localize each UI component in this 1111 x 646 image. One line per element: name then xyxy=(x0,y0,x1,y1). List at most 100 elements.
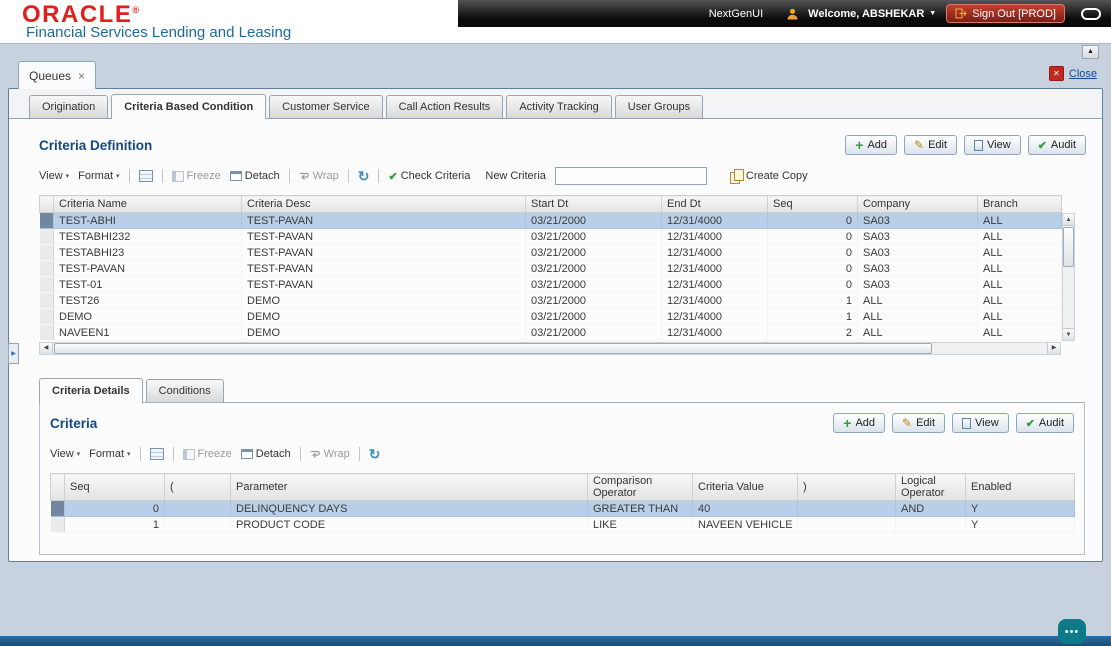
detach-button[interactable]: Detach xyxy=(240,448,291,460)
top-black-bar: NextGenUI Welcome, ABSHEKAR ▼ Sign Out [… xyxy=(458,0,1111,27)
check-criteria-button[interactable]: ✔ Check Criteria xyxy=(388,170,470,183)
edit-button[interactable]: ✎ Edit xyxy=(892,413,946,433)
create-copy-button[interactable]: Create Copy xyxy=(729,169,808,184)
view-menu[interactable]: View ▾ xyxy=(50,448,80,460)
cell-name: NAVEEN1 xyxy=(53,324,242,341)
table-row[interactable]: NAVEEN1 DEMO 03/21/2000 12/31/4000 2 ALL ALL xyxy=(39,324,1062,341)
user-menu[interactable]: Welcome, ABSHEKAR ▼ xyxy=(808,8,936,20)
oval-icon[interactable] xyxy=(1081,7,1101,20)
col-close-paren[interactable]: ) xyxy=(797,473,896,501)
cell-desc: DEMO xyxy=(241,292,526,309)
col-criteria-name[interactable]: Criteria Name xyxy=(53,195,242,213)
cell-company: ALL xyxy=(857,324,978,341)
tab-activity-tracking[interactable]: Activity Tracking xyxy=(506,95,612,118)
nextgenui-link[interactable]: NextGenUI xyxy=(709,8,763,20)
row-selector[interactable] xyxy=(39,324,54,341)
refresh-icon[interactable]: ↻ xyxy=(358,169,370,183)
row-selector[interactable] xyxy=(39,260,54,277)
view-menu[interactable]: View ▾ xyxy=(39,170,69,182)
tab-user-groups[interactable]: User Groups xyxy=(614,95,704,118)
chevron-down-icon: ▾ xyxy=(127,451,131,458)
table-row[interactable]: TESTABHI232 TEST-PAVAN 03/21/2000 12/31/400… xyxy=(39,228,1062,245)
freeze-button[interactable]: Freeze xyxy=(171,170,221,182)
scroll-up-button[interactable]: ▲ xyxy=(1063,214,1074,226)
add-button[interactable]: + Add xyxy=(845,135,898,155)
tab-customer-service[interactable]: Customer Service xyxy=(269,95,383,118)
scroll-right-button[interactable]: ▶ xyxy=(1047,343,1060,354)
panel-expander[interactable]: ▶ xyxy=(8,343,19,364)
row-selector[interactable] xyxy=(39,228,54,245)
wrap-button[interactable]: Wrap xyxy=(310,448,350,460)
row-selector[interactable] xyxy=(50,516,65,533)
tab-origination[interactable]: Origination xyxy=(29,95,109,118)
col-comparison-operator[interactable]: Comparison Operator xyxy=(587,473,693,501)
check-icon: ✔ xyxy=(1025,417,1035,430)
close-icon[interactable]: ✕ xyxy=(1048,66,1064,81)
close-link[interactable]: Close xyxy=(1069,68,1097,80)
col-company[interactable]: Company xyxy=(857,195,978,213)
scroll-left-button[interactable]: ◀ xyxy=(40,343,53,354)
table-row[interactable]: TEST-PAVAN TEST-PAVAN 03/21/2000 12/31/4000… xyxy=(39,260,1062,277)
tab-conditions[interactable]: Conditions xyxy=(145,379,224,402)
col-open-paren[interactable]: ( xyxy=(164,473,231,501)
col-seq[interactable]: Seq xyxy=(64,473,165,501)
add-button[interactable]: + Add xyxy=(833,413,886,433)
cell-seq: 0 xyxy=(767,212,858,229)
criteria-definition-grid: Criteria Name Criteria Desc Start Dt End… xyxy=(39,195,1075,355)
row-selector[interactable] xyxy=(39,292,54,309)
row-selector[interactable] xyxy=(50,500,65,517)
sign-out-button[interactable]: Sign Out [PROD] xyxy=(946,4,1065,23)
row-selector[interactable] xyxy=(39,244,54,261)
col-seq[interactable]: Seq xyxy=(767,195,858,213)
tab-call-action-results[interactable]: Call Action Results xyxy=(385,95,504,118)
col-criteria-desc[interactable]: Criteria Desc xyxy=(241,195,526,213)
scroll-down-button[interactable]: ▼ xyxy=(1063,328,1074,340)
new-criteria-input[interactable] xyxy=(554,167,707,185)
criteria-definition-actions: + Add ✎ Edit View ✔ Audit xyxy=(845,135,1086,155)
cell-start: 03/21/2000 xyxy=(525,324,662,341)
col-start-dt[interactable]: Start Dt xyxy=(525,195,662,213)
tab-criteria-details[interactable]: Criteria Details xyxy=(39,378,143,403)
table-row[interactable]: TEST26 DEMO 03/21/2000 12/31/4000 1 ALL ALL xyxy=(39,292,1062,309)
scrollbar-thumb[interactable] xyxy=(1063,227,1074,267)
page-scroll-up-button[interactable]: ▲ xyxy=(1082,45,1099,59)
view-button[interactable]: View xyxy=(964,135,1021,155)
query-by-example-icon[interactable] xyxy=(149,448,164,460)
col-parameter[interactable]: Parameter xyxy=(230,473,588,501)
col-end-dt[interactable]: End Dt xyxy=(661,195,768,213)
edit-button[interactable]: ✎ Edit xyxy=(904,135,958,155)
view-button[interactable]: View xyxy=(952,413,1009,433)
col-enabled[interactable]: Enabled xyxy=(965,473,1075,501)
queues-tab-close-icon[interactable]: × xyxy=(78,69,85,83)
table-row[interactable]: TEST-ABHI TEST-PAVAN 03/21/2000 12/31/4000 0… xyxy=(39,212,1062,229)
scrollbar-thumb[interactable] xyxy=(54,343,932,354)
col-criteria-value[interactable]: Criteria Value xyxy=(692,473,798,501)
table-row[interactable]: DEMO DEMO 03/21/2000 12/31/4000 1 ALL ALL xyxy=(39,308,1062,325)
format-menu[interactable]: Format ▾ xyxy=(78,170,119,182)
wrap-button[interactable]: Wrap xyxy=(299,170,339,182)
query-by-example-icon[interactable] xyxy=(138,170,153,182)
freeze-button[interactable]: Freeze xyxy=(182,448,232,460)
format-menu[interactable]: Format ▾ xyxy=(89,448,130,460)
refresh-icon[interactable]: ↻ xyxy=(369,447,381,461)
horizontal-scrollbar[interactable]: ◀ ▶ xyxy=(39,342,1061,355)
close-control[interactable]: ✕ Close xyxy=(1048,66,1097,81)
vertical-scrollbar[interactable]: ▲ ▼ xyxy=(1062,213,1075,341)
row-selector[interactable] xyxy=(39,212,54,229)
table-row[interactable]: TEST-01 TEST-PAVAN 03/21/2000 12/31/4000 0 SA… xyxy=(39,276,1062,293)
queues-window-tab[interactable]: Queues × xyxy=(18,61,97,89)
col-logical-operator[interactable]: Logical Operator xyxy=(895,473,966,501)
col-branch[interactable]: Branch xyxy=(977,195,1062,213)
audit-button[interactable]: ✔ Audit xyxy=(1027,135,1086,155)
row-selector[interactable] xyxy=(39,308,54,325)
detach-button[interactable]: Detach xyxy=(229,170,280,182)
criteria-definition-toolbar: View ▾ Format ▾ Freeze Detach Wrap ↻ ✔ Chec… xyxy=(39,165,1086,187)
pencil-icon: ✎ xyxy=(902,416,913,430)
chat-icon[interactable]: ••• xyxy=(1058,619,1086,644)
audit-button[interactable]: ✔ Audit xyxy=(1015,413,1074,433)
row-selector[interactable] xyxy=(39,276,54,293)
table-row[interactable]: 1 PRODUCT CODE LIKE NAVEEN VEHICLE Y xyxy=(50,516,1075,533)
tab-criteria-based-condition[interactable]: Criteria Based Condition xyxy=(111,94,267,119)
table-row[interactable]: TESTABHI23 TEST-PAVAN 03/21/2000 12/31/4000… xyxy=(39,244,1062,261)
table-row[interactable]: 0 DELINQUENCY DAYS GREATER THAN 40 AND Y xyxy=(50,500,1075,517)
